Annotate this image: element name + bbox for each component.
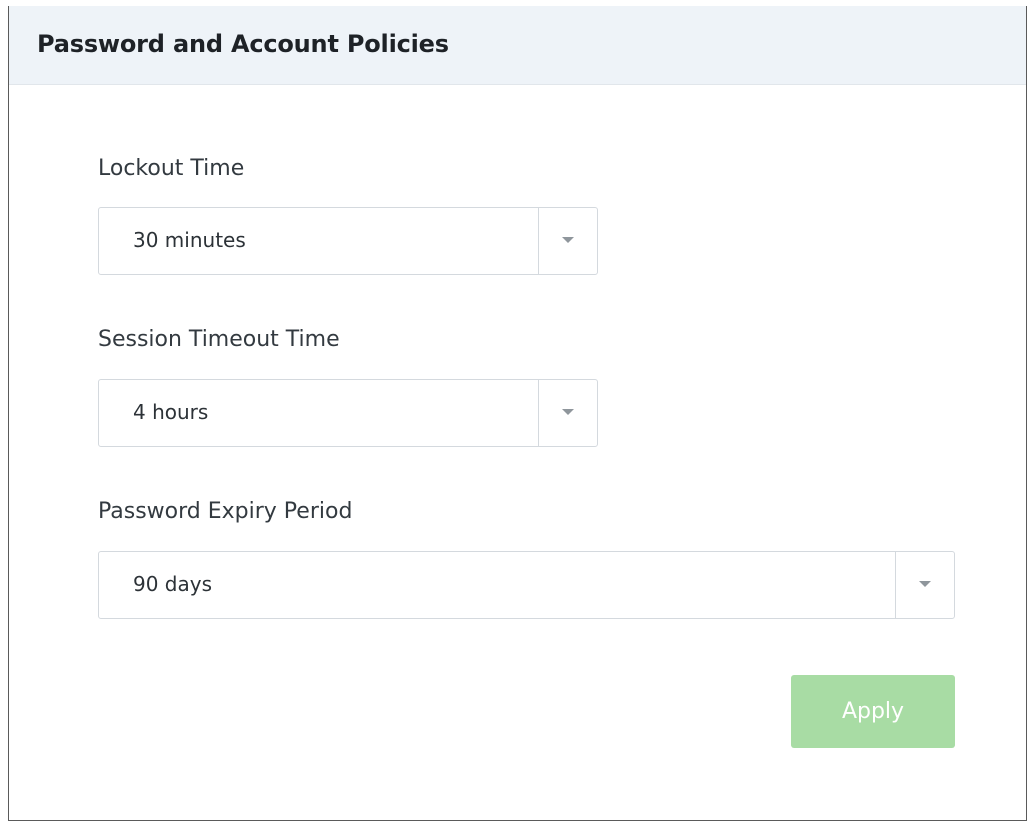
session-timeout-label: Session Timeout Time	[98, 327, 340, 352]
chevron-down-icon	[919, 581, 931, 587]
lockout-time-dropdown-toggle[interactable]	[538, 208, 597, 274]
lockout-time-label: Lockout Time	[98, 156, 245, 181]
lockout-time-select[interactable]: 30 minutes	[98, 207, 598, 275]
session-timeout-dropdown-toggle[interactable]	[538, 380, 597, 446]
password-policies-panel: Password and Account Policies Lockout Ti…	[8, 6, 1027, 821]
panel-header: Password and Account Policies	[9, 6, 1026, 85]
password-expiry-select[interactable]: 90 days	[98, 551, 955, 619]
chevron-down-icon	[562, 237, 574, 243]
lockout-time-value: 30 minutes	[133, 228, 246, 252]
chevron-down-icon	[562, 409, 574, 415]
password-expiry-label: Password Expiry Period	[98, 499, 353, 524]
apply-button[interactable]: Apply	[791, 675, 955, 748]
session-timeout-value: 4 hours	[133, 400, 209, 424]
password-expiry-value: 90 days	[133, 572, 213, 596]
panel-title: Password and Account Policies	[37, 30, 449, 58]
password-expiry-dropdown-toggle[interactable]	[895, 552, 954, 618]
session-timeout-select[interactable]: 4 hours	[98, 379, 598, 447]
